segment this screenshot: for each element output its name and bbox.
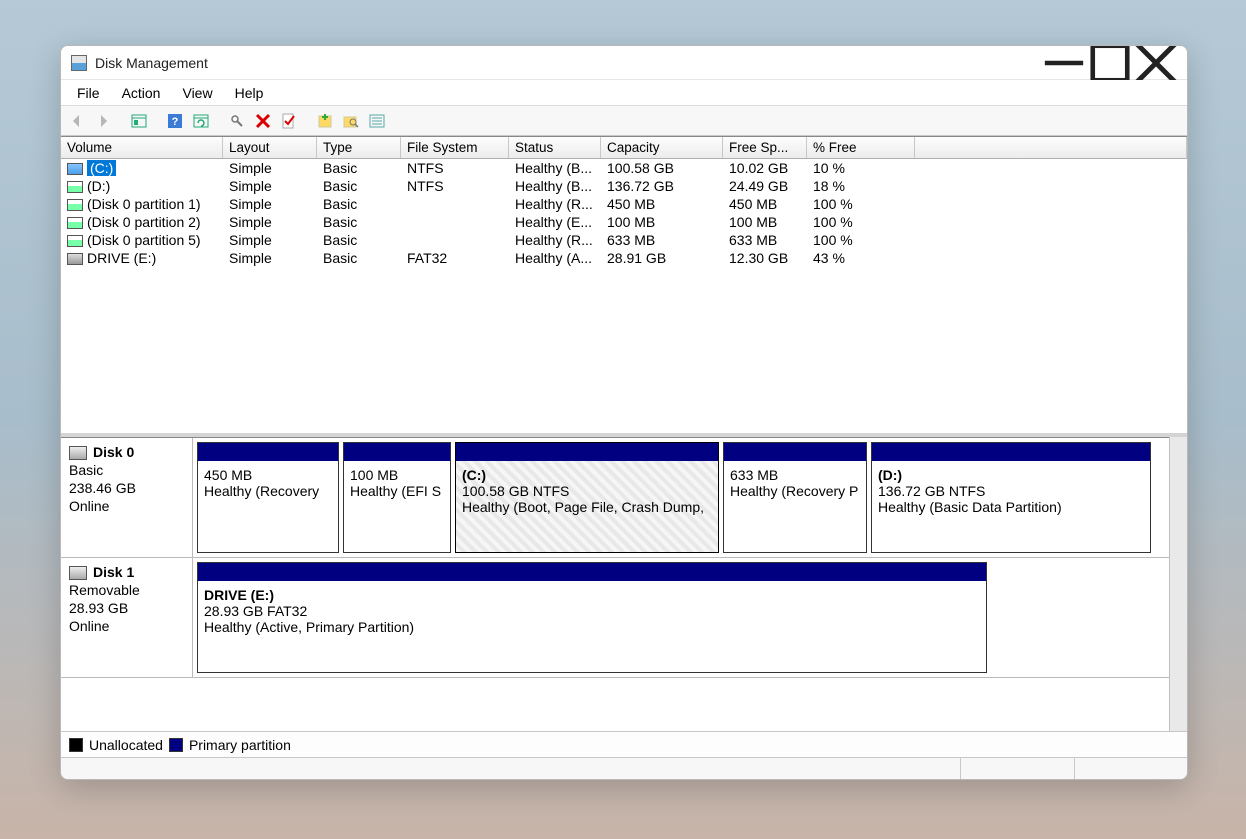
refresh-button[interactable]: [189, 109, 213, 133]
column-header-file-system[interactable]: File System: [401, 137, 509, 158]
help-button[interactable]: ?: [163, 109, 187, 133]
partition-size: 100 MB: [350, 467, 444, 483]
legend: Unallocated Primary partition: [61, 731, 1187, 757]
volume-row[interactable]: DRIVE (E:)SimpleBasicFAT32Healthy (A...2…: [61, 249, 1187, 267]
disk-row[interactable]: Disk 0Basic238.46 GBOnline450 MBHealthy …: [61, 438, 1169, 558]
partition-status: Healthy (Boot, Page File, Crash Dump,: [462, 499, 712, 515]
volume-name: (C:): [87, 160, 116, 176]
volume-row[interactable]: (Disk 0 partition 2)SimpleBasicHealthy (…: [61, 213, 1187, 231]
partition-size: 136.72 GB NTFS: [878, 483, 1144, 499]
column-header-layout[interactable]: Layout: [223, 137, 317, 158]
disk-info: Disk 0Basic238.46 GBOnline: [61, 438, 193, 557]
list-button[interactable]: [365, 109, 389, 133]
volume-icon: [67, 163, 83, 175]
column-header-capacity[interactable]: Capacity: [601, 137, 723, 158]
partition[interactable]: (D:)136.72 GB NTFSHealthy (Basic Data Pa…: [871, 442, 1151, 553]
window: Disk Management File Action View Help ?: [60, 45, 1188, 780]
volume-icon: [67, 217, 83, 229]
column-header-volume[interactable]: Volume: [61, 137, 223, 158]
menu-view[interactable]: View: [172, 83, 222, 103]
svg-text:?: ?: [172, 116, 179, 128]
legend-unallocated-swatch: [69, 738, 83, 752]
properties-button[interactable]: [277, 109, 301, 133]
column-header-type[interactable]: Type: [317, 137, 401, 158]
legend-unallocated-label: Unallocated: [89, 737, 163, 753]
column-header-free-sp-[interactable]: Free Sp...: [723, 137, 807, 158]
disk-row[interactable]: Disk 1Removable28.93 GBOnlineDRIVE (E:)2…: [61, 558, 1169, 678]
volume-name: (Disk 0 partition 1): [87, 196, 201, 212]
partition[interactable]: (C:)100.58 GB NTFSHealthy (Boot, Page Fi…: [455, 442, 719, 553]
volume-row[interactable]: (Disk 0 partition 5)SimpleBasicHealthy (…: [61, 231, 1187, 249]
toolbar: ?: [61, 106, 1187, 136]
partition-status: Healthy (Recovery: [204, 483, 332, 499]
volume-row[interactable]: (D:)SimpleBasicNTFSHealthy (B...136.72 G…: [61, 177, 1187, 195]
column-header-status[interactable]: Status: [509, 137, 601, 158]
window-title: Disk Management: [95, 55, 208, 71]
close-button[interactable]: [1133, 48, 1179, 78]
partition-name: (D:): [878, 467, 1144, 483]
legend-primary-label: Primary partition: [189, 737, 291, 753]
disk-title: Disk 1: [93, 564, 134, 580]
settings-icon[interactable]: [225, 109, 249, 133]
show-hide-console-button[interactable]: [127, 109, 151, 133]
disk-title: Disk 0: [93, 444, 134, 460]
statusbar: [61, 757, 1187, 779]
volume-grid[interactable]: VolumeLayoutTypeFile SystemStatusCapacit…: [61, 137, 1187, 437]
find-button[interactable]: [339, 109, 363, 133]
disk-icon: [69, 446, 87, 460]
disk-info: Disk 1Removable28.93 GBOnline: [61, 558, 193, 677]
partition[interactable]: 100 MBHealthy (EFI S: [343, 442, 451, 553]
partition-size: 633 MB: [730, 467, 860, 483]
volume-icon: [67, 235, 83, 247]
volume-row[interactable]: (C:)SimpleBasicNTFSHealthy (B...100.58 G…: [61, 159, 1187, 177]
forward-button[interactable]: [91, 109, 115, 133]
partition[interactable]: DRIVE (E:)28.93 GB FAT32Healthy (Active,…: [197, 562, 987, 673]
volume-name: (Disk 0 partition 2): [87, 214, 201, 230]
vertical-scrollbar[interactable]: [1169, 437, 1187, 731]
column-header--free[interactable]: % Free: [807, 137, 915, 158]
minimize-button[interactable]: [1041, 48, 1087, 78]
menu-help[interactable]: Help: [225, 83, 274, 103]
legend-primary-swatch: [169, 738, 183, 752]
volume-name: (D:): [87, 178, 110, 194]
delete-button[interactable]: [251, 109, 275, 133]
volume-icon: [67, 181, 83, 193]
maximize-button[interactable]: [1087, 48, 1133, 78]
new-button[interactable]: [313, 109, 337, 133]
partition-name: DRIVE (E:): [204, 587, 980, 603]
partition-status: Healthy (Recovery P: [730, 483, 860, 499]
disk-graphic-pane[interactable]: Disk 0Basic238.46 GBOnline450 MBHealthy …: [61, 437, 1169, 731]
menu-file[interactable]: File: [67, 83, 110, 103]
volume-icon: [67, 199, 83, 211]
volume-name: (Disk 0 partition 5): [87, 232, 201, 248]
partition-status: Healthy (Basic Data Partition): [878, 499, 1144, 515]
partition-size: 28.93 GB FAT32: [204, 603, 980, 619]
partition[interactable]: 450 MBHealthy (Recovery: [197, 442, 339, 553]
volume-icon: [67, 253, 83, 265]
partition-name: (C:): [462, 467, 712, 483]
partition-size: 450 MB: [204, 467, 332, 483]
disk-icon: [69, 566, 87, 580]
volume-name: DRIVE (E:): [87, 250, 156, 266]
partition-status: Healthy (EFI S: [350, 483, 444, 499]
content: VolumeLayoutTypeFile SystemStatusCapacit…: [61, 136, 1187, 757]
menubar: File Action View Help: [61, 80, 1187, 106]
titlebar[interactable]: Disk Management: [61, 46, 1187, 80]
partition-size: 100.58 GB NTFS: [462, 483, 712, 499]
app-icon: [71, 55, 87, 71]
volume-row[interactable]: (Disk 0 partition 1)SimpleBasicHealthy (…: [61, 195, 1187, 213]
menu-action[interactable]: Action: [112, 83, 171, 103]
partition[interactable]: 633 MBHealthy (Recovery P: [723, 442, 867, 553]
partition-status: Healthy (Active, Primary Partition): [204, 619, 980, 635]
back-button[interactable]: [65, 109, 89, 133]
